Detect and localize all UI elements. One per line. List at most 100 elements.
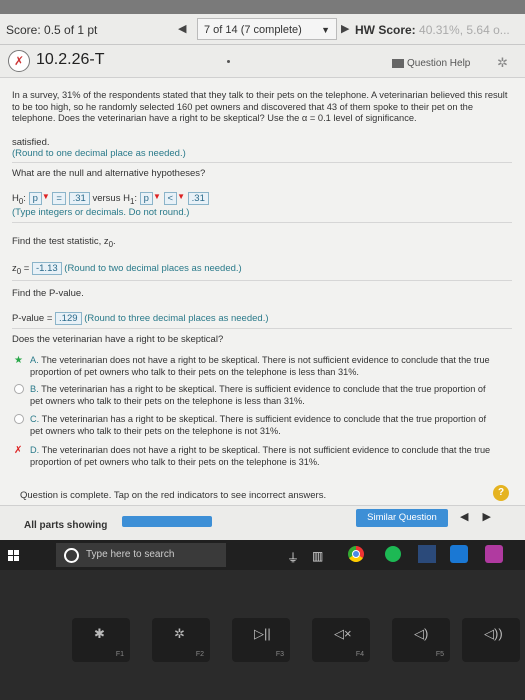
complete-message: Question is complete. Tap on the red ind…: [20, 490, 327, 501]
h0-label: H: [12, 193, 19, 204]
z0-sub: 0: [16, 266, 22, 276]
correct-star-icon: ★: [14, 355, 23, 366]
option-d[interactable]: D. The veterinarian does not have a righ…: [30, 445, 500, 468]
test-stat-prompt-sub: 0: [108, 239, 114, 249]
app-icon[interactable]: [450, 545, 468, 563]
h0-param: p: [32, 193, 38, 204]
taskbar-search[interactable]: Type here to search: [56, 543, 226, 567]
key-f1[interactable]: ✱ F1: [72, 618, 130, 662]
prev-icon[interactable]: ◀: [460, 511, 482, 523]
problem-text: In a survey, 31% of the respondents stat…: [12, 90, 508, 123]
test-stat-value: -1.13: [35, 263, 58, 274]
pvalue-value: .129: [59, 313, 78, 324]
browser-screen: Score: 0.5 of 1 pt ◀ 7 of 14 (7 complete…: [0, 0, 525, 540]
test-stat-prompt-text: Find the test statistic, z: [12, 236, 109, 247]
option-d-letter: D.: [30, 445, 40, 455]
h0-operator-field[interactable]: =: [52, 192, 66, 205]
option-a[interactable]: A. The veterinarian does not have a righ…: [30, 355, 500, 378]
key-f4[interactable]: ◁× F4: [312, 618, 370, 662]
option-b-letter: B.: [30, 384, 39, 394]
hypotheses-prompt: What are the null and alternative hypoth…: [12, 168, 206, 179]
h1-param-field[interactable]: p: [139, 192, 153, 205]
prev-question-icon[interactable]: ◀: [178, 22, 186, 35]
windows-start-icon[interactable]: [8, 550, 20, 562]
chevron-down-icon: ▼: [321, 25, 330, 35]
key-f3[interactable]: ▷|| F3: [232, 618, 290, 662]
test-stat-row: z0 = -1.13 (Round to two decimal places …: [12, 262, 242, 276]
list-icon: [392, 58, 404, 68]
key-f4-glyph: ◁×: [334, 626, 352, 641]
footer-nav: ◀▶: [460, 510, 505, 523]
h1-param: p: [143, 193, 149, 204]
test-stat-field[interactable]: -1.13: [31, 262, 62, 275]
spotify-icon[interactable]: [385, 546, 401, 562]
similar-question-button[interactable]: Similar Question: [356, 509, 448, 527]
key-f5-glyph: ◁): [414, 626, 429, 641]
cursor-dot: [227, 60, 230, 63]
key-f2[interactable]: ✲ F2: [152, 618, 210, 662]
incorrect-indicator-icon[interactable]: ✗: [8, 50, 30, 72]
question-id: 10.2.26-T: [36, 51, 105, 68]
hypotheses-row: H0: p ▼ = .31 versus H1: p ▼ < ▼ .31: [12, 192, 209, 206]
key-f1-label: F1: [115, 651, 124, 658]
incorrect-indicator-icon[interactable]: ▼: [153, 192, 161, 201]
incorrect-indicator-icon[interactable]: ▼: [177, 192, 185, 201]
incorrect-indicator-icon[interactable]: ▼: [42, 192, 50, 201]
key-f5[interactable]: ◁) F5: [392, 618, 450, 662]
help-question-icon[interactable]: ?: [493, 485, 509, 501]
test-stat-note: (Round to two decimal places as needed.): [64, 263, 242, 274]
hw-score-value: 40.31%, 5.64 o...: [419, 23, 510, 37]
question-help-button[interactable]: Question Help: [392, 58, 470, 69]
h1-value: .31: [191, 193, 205, 204]
gear-icon[interactable]: ✲: [497, 55, 508, 71]
round-note: (Round to one decimal place as needed.): [12, 148, 186, 159]
pvalue-field[interactable]: .129: [55, 312, 82, 325]
progress-bar: [122, 516, 212, 527]
test-stat-prompt: Find the test statistic, z0.: [12, 236, 116, 249]
key-f6[interactable]: ◁)): [462, 618, 520, 662]
next-icon[interactable]: ▶: [482, 511, 504, 523]
skeptical-prompt: Does the veterinarian have a right to be…: [12, 334, 224, 345]
option-c-letter: C.: [30, 414, 40, 424]
h0-subscript: 0: [18, 196, 24, 206]
taskbar-search-placeholder: Type here to search: [86, 549, 175, 560]
next-question-icon[interactable]: ▶: [341, 22, 349, 35]
option-a-letter: A.: [30, 355, 39, 365]
pvalue-prompt: Find the P-value.: [12, 288, 84, 299]
h0-param-field[interactable]: p: [28, 192, 42, 205]
hw-score-label: HW Score:: [355, 23, 416, 37]
question-selector[interactable]: 7 of 14 (7 complete) ▼: [197, 18, 337, 40]
chrome-icon[interactable]: [348, 546, 364, 562]
h1-operator-field[interactable]: <: [163, 192, 178, 205]
score-text: Score: 0.5 of 1 pt: [6, 23, 98, 37]
pvalue-row: P-value = .129 (Round to three decimal p…: [12, 312, 269, 325]
problem-statement: In a survey, 31% of the respondents stat…: [12, 90, 512, 125]
all-parts-label: All parts showing: [24, 520, 108, 531]
option-c[interactable]: C. The veterinarian has a right to be sk…: [30, 414, 500, 437]
option-b[interactable]: B. The veterinarian has a right to be sk…: [30, 384, 500, 407]
divider: [12, 280, 512, 281]
h1-operator: <: [167, 193, 174, 204]
key-f6-glyph: ◁)): [484, 626, 503, 641]
microphone-icon[interactable]: ⏚: [287, 549, 299, 566]
h0-value-field[interactable]: .31: [68, 192, 90, 205]
key-f5-label: F5: [435, 651, 444, 658]
key-f3-label: F3: [275, 651, 284, 658]
key-f1-glyph: ✱: [94, 626, 105, 641]
hypotheses-note: (Type integers or decimals. Do not round…: [12, 207, 190, 218]
task-view-icon[interactable]: ▥: [312, 549, 323, 563]
question-help-label: Question Help: [407, 58, 471, 69]
divider: [12, 162, 512, 163]
incorrect-x-icon[interactable]: ✗: [14, 445, 22, 456]
app-icon[interactable]: [418, 545, 436, 563]
question-count: 7 of 14 (7 complete): [204, 24, 302, 36]
h1-value-field[interactable]: .31: [187, 192, 209, 205]
option-a-text: The veterinarian does not have a right t…: [30, 355, 490, 377]
h0-operator: =: [56, 193, 62, 204]
option-c-radio[interactable]: [14, 414, 24, 427]
instagram-icon[interactable]: [485, 545, 503, 563]
option-d-text: The veterinarian does not have a right t…: [30, 445, 491, 467]
option-b-radio[interactable]: [14, 384, 24, 397]
option-b-text: The veterinarian has a right to be skept…: [30, 384, 486, 406]
cortana-icon: [64, 548, 79, 563]
